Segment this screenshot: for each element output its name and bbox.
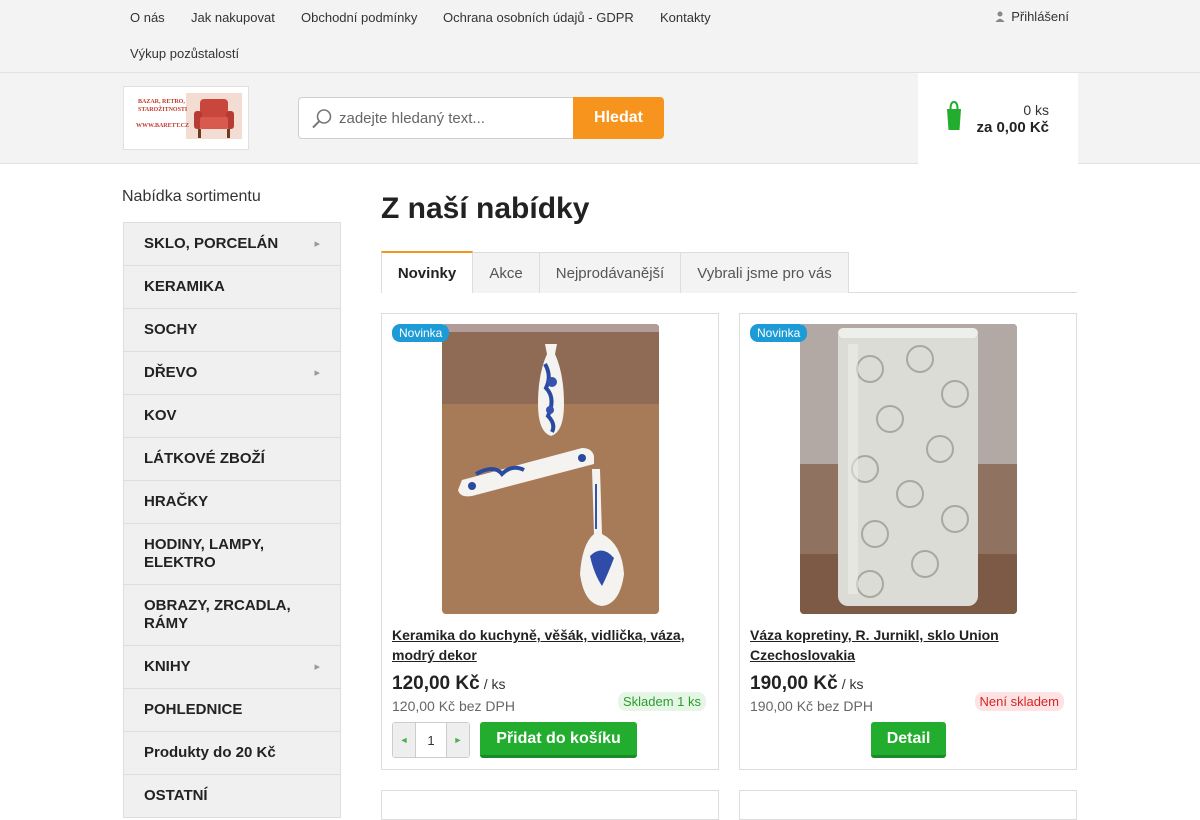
stock-status-badge: Není skladem bbox=[974, 692, 1064, 711]
category-label: KNIHY bbox=[144, 658, 191, 675]
price-value: 190,00 Kč bbox=[750, 673, 838, 694]
tab-vybrali-jsme[interactable]: Vybrali jsme pro vás bbox=[680, 252, 849, 293]
product-tabs: Novinky Akce Nejprodávanější Vybrali jsm… bbox=[381, 251, 1077, 293]
price-without-vat: 190,00 Kč bez DPH bbox=[750, 698, 873, 714]
quantity-input[interactable]: 1 bbox=[415, 723, 447, 757]
search-input[interactable] bbox=[339, 98, 569, 138]
price-value: 120,00 Kč bbox=[392, 673, 480, 694]
armchair-picture bbox=[124, 87, 248, 149]
cart-total: za 0,00 Kč bbox=[976, 119, 1049, 136]
login-label: Přihlášení bbox=[1011, 9, 1069, 24]
new-badge: Novinka bbox=[392, 324, 450, 342]
cart-quantity: 0 ks bbox=[1023, 102, 1049, 118]
category-menu: SKLO, PORCELÁN ▸ KERAMIKA SOCHY DŘEVO ▸ KOV LÁT… bbox=[123, 222, 341, 818]
cart-icon bbox=[947, 100, 961, 130]
logo-text-line: STAROŽITNOSTI bbox=[138, 107, 188, 113]
chevron-right-icon[interactable]: ▸ bbox=[314, 364, 320, 382]
category-label: HRAČKY bbox=[144, 493, 209, 510]
plus-icon[interactable]: ► bbox=[447, 723, 469, 757]
chevron-right-icon[interactable]: ▸ bbox=[314, 235, 320, 253]
header: BAZAR, RETRO, STAROŽITNOSTI WWW.BARETT.C… bbox=[0, 73, 1200, 164]
product-price: 120,00 Kč / ks bbox=[392, 673, 505, 695]
category-label: KERAMIKA bbox=[144, 278, 225, 295]
detail-button[interactable]: Detail bbox=[871, 722, 946, 758]
category-label: HODINY, LAMPY, ELEKTRO bbox=[144, 536, 265, 571]
sidebar-title: Nabídka sortimentu bbox=[122, 188, 261, 205]
category-item[interactable]: SOCHY bbox=[124, 309, 340, 352]
nav-link-o-nas[interactable]: O nás bbox=[130, 10, 165, 25]
user-icon bbox=[995, 11, 1005, 22]
top-bar: O nás Jak nakupovat Obchodní podmínky Oc… bbox=[0, 0, 1200, 73]
category-item[interactable]: SKLO, PORCELÁN ▸ bbox=[124, 223, 340, 266]
category-label: POHLEDNICE bbox=[144, 701, 243, 718]
product-card: Novinka Váza kopretiny, R. Jurnikl, sklo… bbox=[739, 313, 1077, 770]
category-item[interactable]: Produkty do 20 Kč bbox=[124, 732, 340, 775]
category-item[interactable]: DŘEVO ▸ bbox=[124, 352, 340, 395]
category-item[interactable]: KERAMIKA bbox=[124, 266, 340, 309]
category-item[interactable]: KNIHY ▸ bbox=[124, 646, 340, 689]
search-box bbox=[298, 97, 574, 139]
category-label: SOCHY bbox=[144, 321, 198, 338]
nav-link-jak-nakupovat[interactable]: Jak nakupovat bbox=[191, 10, 275, 25]
product-card bbox=[381, 790, 719, 820]
category-label: OBRAZY, ZRCADLA, RÁMY bbox=[144, 597, 291, 632]
login-link[interactable]: Přihlášení bbox=[995, 9, 1069, 24]
stock-status-badge: Skladem 1 ks bbox=[617, 692, 706, 711]
logo-text-line: WWW.BARETT.CZ bbox=[136, 123, 190, 129]
product-name-link[interactable]: Váza kopretiny, R. Jurnikl, sklo Union C… bbox=[750, 625, 1068, 665]
logo[interactable]: BAZAR, RETRO, STAROŽITNOSTI WWW.BARETT.C… bbox=[123, 86, 249, 150]
category-label: SKLO, PORCELÁN bbox=[144, 235, 279, 252]
search-button[interactable]: Hledat bbox=[573, 97, 664, 139]
price-unit: / ks bbox=[483, 676, 506, 692]
nav-link-vykup[interactable]: Výkup pozůstalostí bbox=[130, 46, 239, 61]
category-label: DŘEVO bbox=[144, 364, 198, 381]
quantity-stepper: ◄ 1 ► bbox=[392, 722, 470, 758]
category-item[interactable]: HRAČKY bbox=[124, 481, 340, 524]
minus-icon[interactable]: ◄ bbox=[393, 723, 415, 757]
category-item[interactable]: HODINY, LAMPY, ELEKTRO bbox=[124, 524, 340, 585]
tab-akce[interactable]: Akce bbox=[473, 252, 540, 293]
logo-text-line: BAZAR, RETRO, bbox=[138, 99, 185, 105]
chevron-right-icon[interactable]: ▸ bbox=[314, 658, 320, 676]
product-image[interactable] bbox=[442, 324, 659, 614]
product-name-link[interactable]: Keramika do kuchyně, věšák, vidlička, vá… bbox=[392, 625, 710, 665]
nav-link-gdpr[interactable]: Ochrana osobních údajů - GDPR bbox=[443, 10, 634, 25]
tab-nejprodavanejsi[interactable]: Nejprodávanější bbox=[539, 252, 681, 293]
category-label: OSTATNÍ bbox=[144, 787, 208, 804]
category-item[interactable]: LÁTKOVÉ ZBOŽÍ bbox=[124, 438, 340, 481]
nav-link-kontakty[interactable]: Kontakty bbox=[660, 10, 711, 25]
tab-novinky[interactable]: Novinky bbox=[381, 251, 473, 293]
page-title: Z naší nabídky bbox=[381, 192, 590, 225]
product-card: Novinka Keramika do kuchyně, věšák, vidl… bbox=[381, 313, 719, 770]
product-image[interactable] bbox=[800, 324, 1017, 614]
add-to-cart-button[interactable]: Přidat do košíku bbox=[480, 722, 637, 758]
price-without-vat: 120,00 Kč bez DPH bbox=[392, 698, 515, 714]
category-item[interactable]: KOV bbox=[124, 395, 340, 438]
category-label: Produkty do 20 Kč bbox=[144, 744, 276, 761]
product-price: 190,00 Kč / ks bbox=[750, 673, 863, 695]
category-item[interactable]: OSTATNÍ bbox=[124, 775, 340, 818]
category-item[interactable]: OBRAZY, ZRCADLA, RÁMY bbox=[124, 585, 340, 646]
product-card bbox=[739, 790, 1077, 820]
category-item[interactable]: POHLEDNICE bbox=[124, 689, 340, 732]
new-badge: Novinka bbox=[750, 324, 808, 342]
cart-summary[interactable]: 0 ks za 0,00 Kč bbox=[918, 73, 1078, 164]
category-label: KOV bbox=[144, 407, 177, 424]
price-unit: / ks bbox=[841, 676, 864, 692]
category-label: LÁTKOVÉ ZBOŽÍ bbox=[144, 450, 265, 467]
magnifier-icon bbox=[312, 109, 332, 129]
nav-link-obchodni-podminky[interactable]: Obchodní podmínky bbox=[301, 10, 417, 25]
